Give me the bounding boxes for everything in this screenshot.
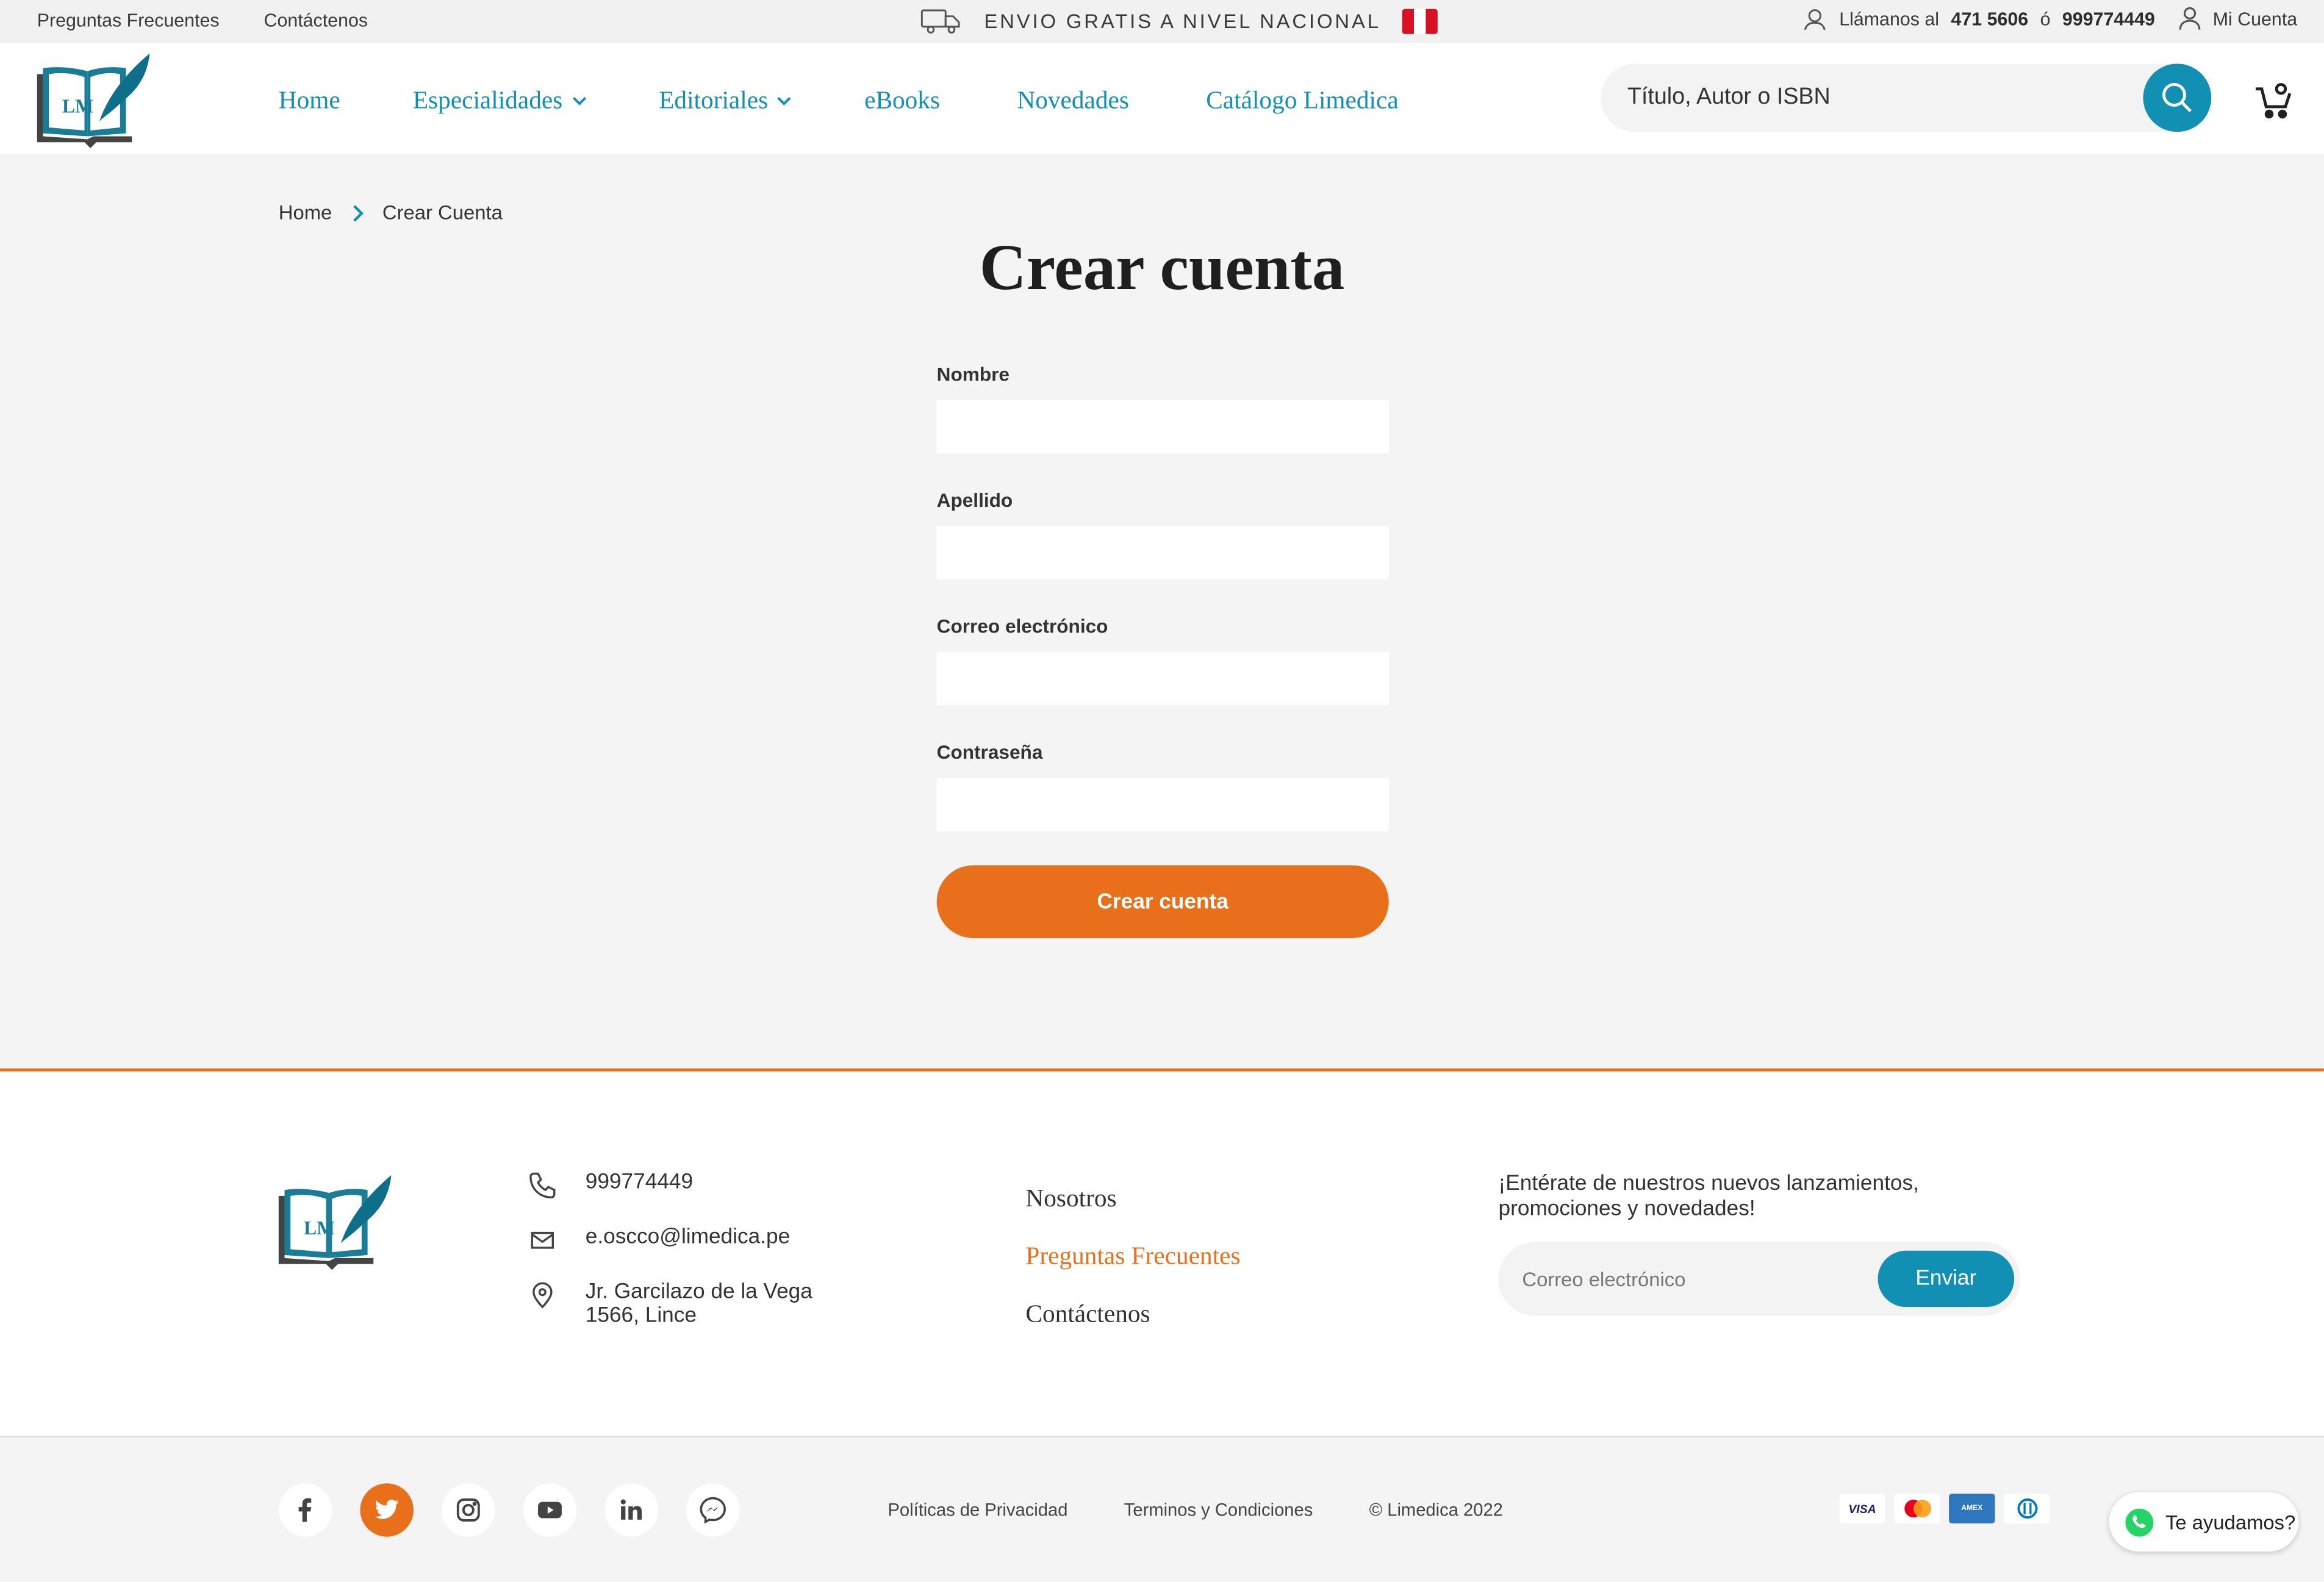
newsletter-text: ¡Entérate de nuestros nuevos lanzamiento… (1498, 1172, 1919, 1222)
first-name-field[interactable] (936, 400, 1389, 454)
top-link-contact[interactable]: Contáctenos (264, 10, 368, 31)
footer-links: Nosotros Preguntas Frecuentes Contácteno… (1025, 1184, 1240, 1357)
phone-icon (529, 1172, 556, 1198)
location-pin-icon (533, 1282, 553, 1309)
or-text: ó (2040, 8, 2051, 29)
last-name-field[interactable] (936, 526, 1389, 580)
email-field[interactable] (936, 652, 1389, 706)
bottom-bar: Políticas de Privacidad Terminos y Condi… (0, 1436, 2324, 1582)
footer-contact: 999774449 e.oscco@limedica.pe Jr. Garcil… (529, 1171, 812, 1355)
breadcrumb-current: Crear Cuenta (382, 201, 503, 224)
nav-novedades[interactable]: Novedades (1017, 86, 1129, 116)
peru-flag-icon (1401, 8, 1438, 34)
password-field[interactable] (936, 778, 1389, 832)
nav-home[interactable]: Home (279, 86, 340, 116)
mail-icon (531, 1231, 554, 1249)
footer-link-faq[interactable]: Preguntas Frecuentes (1025, 1242, 1240, 1270)
legal-links: Políticas de Privacidad Terminos y Condi… (888, 1500, 1502, 1520)
cart-icon[interactable] (2253, 80, 2294, 121)
call-label: Llámanos al (1839, 8, 1940, 29)
chevron-down-icon (572, 96, 586, 106)
linkedin-icon[interactable] (604, 1483, 658, 1537)
newsletter-form: Enviar (1498, 1242, 2020, 1316)
footer-email[interactable]: e.oscco@limedica.pe (586, 1225, 790, 1249)
shipping-banner: ENVIO GRATIS A NIVEL NACIONAL (919, 6, 1438, 36)
svg-text:LM: LM (304, 1217, 335, 1239)
chevron-right-icon (353, 204, 364, 221)
shipping-text: ENVIO GRATIS A NIVEL NACIONAL (984, 9, 1381, 32)
search-input[interactable] (1627, 63, 2132, 132)
email-label: Correo electrónico (936, 615, 1108, 637)
phone-number-1[interactable]: 471 5606 (1951, 8, 2028, 29)
search-bar (1601, 63, 2212, 132)
first-name-label: Nombre (936, 363, 1010, 385)
phone-number-2[interactable]: 999774449 (2062, 8, 2155, 29)
address-line-1: Jr. Garcilazo de la Vega (585, 1280, 812, 1305)
svg-text:LM: LM (62, 96, 93, 117)
user-icon (2179, 7, 2201, 30)
youtube-icon[interactable] (523, 1483, 577, 1537)
whatsapp-icon (2125, 1508, 2154, 1536)
nav-especialidades[interactable]: Especialidades (413, 86, 586, 116)
main-header: LM Home Especialidades Editoriales eBook… (0, 43, 2324, 154)
newsletter-send-button[interactable]: Enviar (1877, 1250, 2015, 1308)
nav-editoriales-label: Editoriales (659, 85, 769, 115)
footer-phone: 999774449 (585, 1170, 694, 1195)
page-title: Crear cuenta (979, 231, 1345, 304)
search-icon (2162, 83, 2192, 112)
terms-link[interactable]: Terminos y Condiciones (1124, 1500, 1313, 1520)
address-line-2: 1566, Lince (585, 1304, 697, 1328)
main-nav: Home Especialidades Editoriales eBooks N… (279, 86, 1399, 116)
limedica-logo[interactable]: LM (34, 51, 152, 148)
footer-logo[interactable]: LM (276, 1172, 394, 1270)
create-account-form: Nombre Apellido Correo electrónico Contr… (936, 360, 1389, 864)
nav-especialidades-label: Especialidades (412, 85, 563, 115)
top-bar: Preguntas Frecuentes Contáctenos ENVIO G… (0, 0, 2324, 43)
create-account-button[interactable]: Crear cuenta (936, 865, 1389, 939)
footer: LM 999774449 e.oscco@limedica.pe Jr. Gar… (0, 1068, 2324, 1436)
nav-ebooks[interactable]: eBooks (864, 86, 940, 116)
chevron-down-icon (777, 96, 791, 106)
social-links (278, 1483, 740, 1537)
search-button[interactable] (2143, 63, 2212, 132)
mastercard-icon (1894, 1494, 1940, 1523)
breadcrumb-home[interactable]: Home (279, 201, 332, 223)
privacy-link[interactable]: Políticas de Privacidad (888, 1500, 1067, 1520)
diners-icon (2004, 1494, 2050, 1523)
password-label: Contraseña (936, 740, 1043, 764)
whatsapp-label: Te ayudamos? (2165, 1511, 2296, 1533)
whatsapp-chat-button[interactable]: Te ayudamos? (2109, 1492, 2299, 1552)
footer-link-contact[interactable]: Contáctenos (1025, 1300, 1150, 1328)
breadcrumb: Home Crear Cuenta (279, 201, 503, 223)
messenger-icon[interactable] (686, 1483, 740, 1537)
payment-methods: VISA AMEX (1839, 1494, 2050, 1523)
support-agent-icon (1804, 9, 1826, 30)
my-account-link[interactable]: Mi Cuenta (2213, 8, 2297, 29)
truck-icon (920, 9, 960, 34)
last-name-label: Apellido (936, 489, 1013, 512)
nav-editoriales[interactable]: Editoriales (659, 86, 792, 116)
footer-link-nosotros[interactable]: Nosotros (1025, 1184, 1116, 1212)
twitter-icon[interactable] (360, 1483, 414, 1537)
facebook-icon[interactable] (278, 1483, 332, 1537)
copyright: © Limedica 2022 (1369, 1499, 1503, 1520)
top-link-faq[interactable]: Preguntas Frecuentes (37, 10, 220, 31)
visa-icon: VISA (1839, 1494, 1885, 1523)
amex-icon: AMEX (1949, 1494, 1995, 1523)
newsletter-email-input[interactable] (1522, 1242, 1863, 1316)
footer-address: Jr. Garcilazo de la Vega 1566, Lince (586, 1280, 812, 1328)
instagram-icon[interactable] (442, 1483, 495, 1537)
nav-catalogo[interactable]: Catálogo Limedica (1206, 86, 1398, 116)
